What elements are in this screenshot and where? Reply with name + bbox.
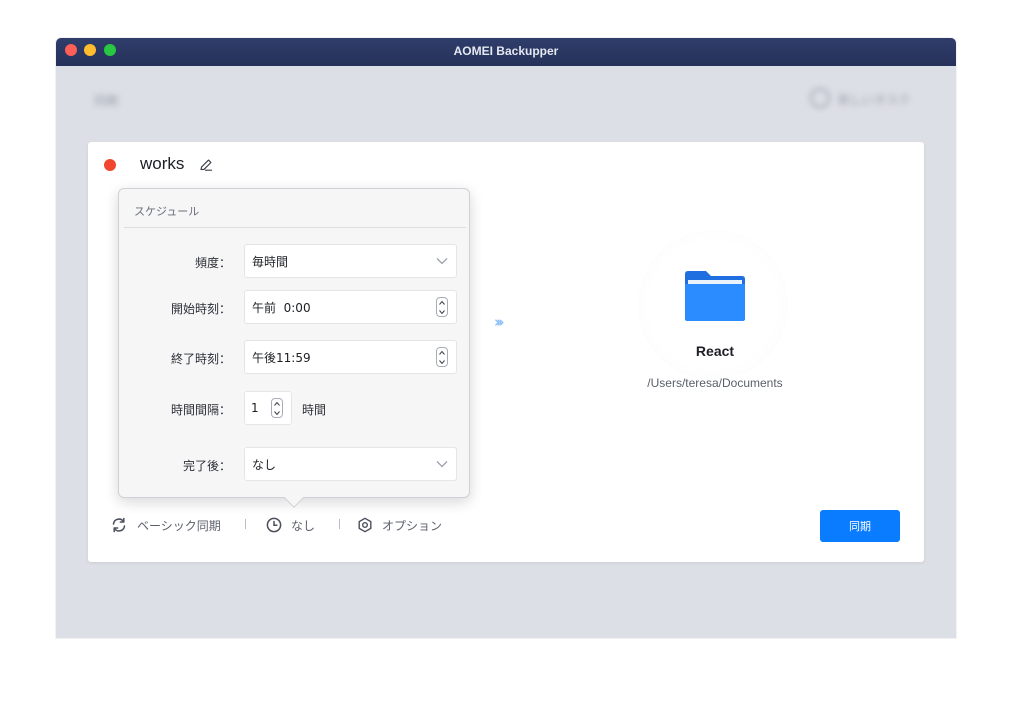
destination-path: /Users/teresa/Documents xyxy=(647,376,783,390)
frequency-label: 頻度： xyxy=(194,256,231,270)
frequency-value: 毎時間 xyxy=(252,254,289,269)
after-completion-label: 完了後： xyxy=(182,459,231,473)
pencil-icon[interactable] xyxy=(198,157,214,173)
divider xyxy=(124,227,466,228)
sync-mode-label: ベーシック同期 xyxy=(137,518,221,533)
end-time-field[interactable]: 午後11:59 xyxy=(244,340,457,374)
page-heading-blurred: 同期 xyxy=(94,94,119,108)
after-completion-value: なし xyxy=(252,457,277,472)
chevron-up-icon[interactable] xyxy=(274,401,280,407)
interval-unit: 時間 xyxy=(302,403,327,417)
start-time-field[interactable]: 午前 0:00 xyxy=(244,290,457,324)
start-time-value: 午前 0:00 xyxy=(252,300,311,315)
after-completion-select[interactable]: なし xyxy=(244,447,457,481)
folder-icon xyxy=(685,271,745,321)
end-time-label: 終了時刻： xyxy=(170,352,231,366)
schedule-button[interactable]: なし xyxy=(266,515,315,535)
direction-arrows-icon: ››› xyxy=(494,313,504,331)
interval-stepper[interactable] xyxy=(271,398,283,418)
add-icon xyxy=(810,88,830,108)
destination-name: React xyxy=(695,343,735,359)
sync-button[interactable]: 同期 xyxy=(820,510,900,542)
options-button[interactable]: オプション xyxy=(357,515,442,535)
chevron-down-icon[interactable] xyxy=(439,359,445,365)
task-name: works xyxy=(140,154,185,173)
time-stepper[interactable] xyxy=(436,297,448,317)
interval-field[interactable]: 1 xyxy=(244,391,292,425)
status-dot xyxy=(104,159,116,171)
options-label: オプション xyxy=(382,518,443,533)
schedule-label: なし xyxy=(291,518,316,533)
divider xyxy=(339,519,340,529)
popover-title: スケジュール xyxy=(134,205,200,218)
clock-icon xyxy=(266,517,282,533)
divider xyxy=(245,519,246,529)
new-task-label: 新しいタスク xyxy=(838,93,911,107)
schedule-popover: スケジュール 頻度： 毎時間 開始時刻： 午前 0:00 終了時刻： 午後11:… xyxy=(118,188,470,508)
chevron-down-icon xyxy=(436,461,448,468)
settings-icon xyxy=(358,517,372,533)
start-time-label: 開始時刻： xyxy=(170,302,231,316)
end-time-value: 午後11:59 xyxy=(252,350,311,365)
chevron-down-icon xyxy=(436,258,448,265)
sync-mode-button[interactable]: ベーシック同期 xyxy=(110,515,221,535)
interval-value: 1 xyxy=(251,401,259,415)
chevron-up-icon[interactable] xyxy=(439,300,445,306)
chevron-up-icon[interactable] xyxy=(439,350,445,356)
sync-icon xyxy=(112,517,126,533)
time-stepper[interactable] xyxy=(436,347,448,367)
interval-label: 時間間隔： xyxy=(170,403,231,417)
frequency-select[interactable]: 毎時間 xyxy=(244,244,457,278)
chevron-down-icon[interactable] xyxy=(274,410,280,416)
window-title: AOMEI Backupper xyxy=(453,44,559,58)
title-bar: AOMEI Backupper xyxy=(56,38,956,66)
new-task-button-blurred[interactable]: 新しいタスク xyxy=(810,88,920,108)
chevron-down-icon[interactable] xyxy=(439,309,445,315)
